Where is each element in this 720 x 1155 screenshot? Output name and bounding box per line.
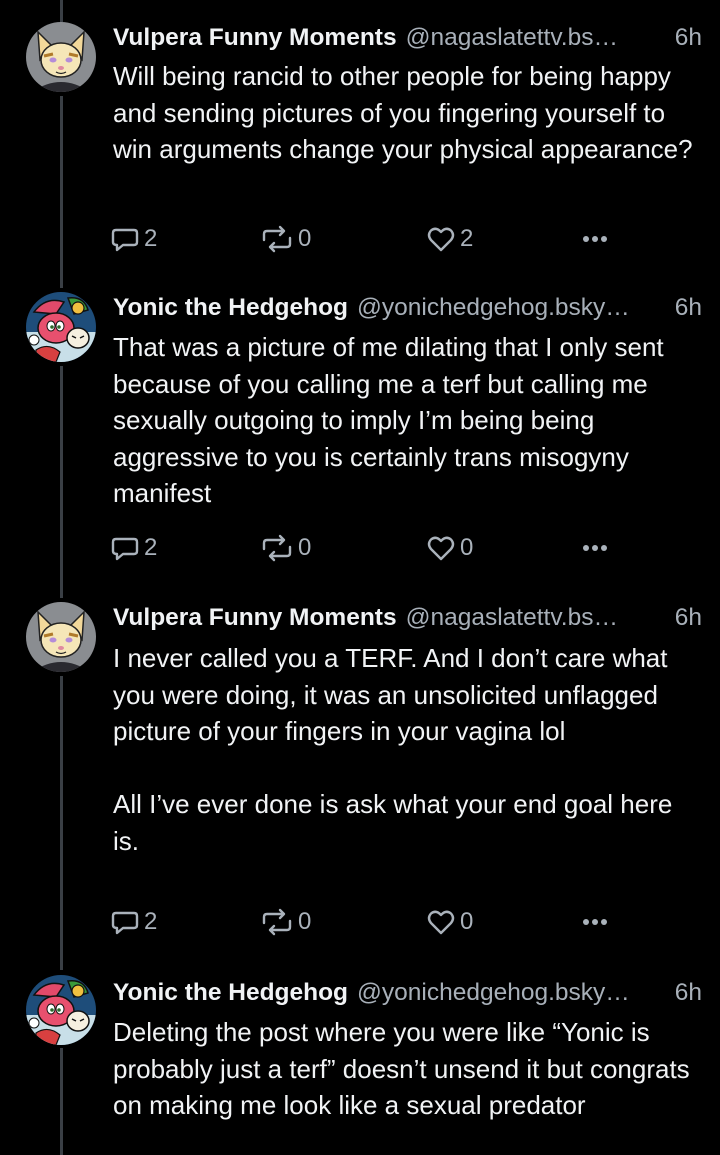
more-options-button[interactable] bbox=[580, 907, 610, 937]
thread-line bbox=[60, 0, 63, 22]
repost-icon bbox=[262, 225, 292, 253]
thread-line bbox=[60, 676, 63, 970]
like-count: 2 bbox=[460, 225, 474, 252]
repost-count: 0 bbox=[298, 908, 312, 935]
heart-icon bbox=[427, 910, 455, 935]
display-name[interactable]: Vulpera Funny Moments bbox=[113, 602, 397, 634]
more-options-button[interactable] bbox=[580, 224, 610, 254]
avatar-hedgehog[interactable] bbox=[26, 292, 96, 362]
heart-icon bbox=[427, 536, 455, 561]
thread-line bbox=[60, 1048, 63, 1155]
like-count: 0 bbox=[460, 908, 474, 935]
repost-button[interactable]: 0 bbox=[260, 224, 311, 254]
avatar-hedgehog[interactable] bbox=[26, 975, 96, 1045]
heart-icon bbox=[427, 227, 455, 252]
more-dots-icon bbox=[583, 919, 607, 925]
reply-count: 2 bbox=[144, 908, 158, 935]
reply-count: 2 bbox=[144, 534, 158, 561]
handle[interactable]: @nagaslatettv.bs… bbox=[406, 602, 667, 634]
reply-icon bbox=[111, 911, 139, 935]
reply-button[interactable]: 2 bbox=[110, 533, 157, 563]
more-options-button[interactable] bbox=[580, 533, 610, 563]
reply-icon bbox=[111, 537, 139, 561]
post-age[interactable]: 6h bbox=[675, 292, 702, 324]
like-button[interactable]: 0 bbox=[426, 907, 473, 937]
post-age[interactable]: 6h bbox=[675, 977, 702, 1009]
post-actions: 2 0 0 bbox=[110, 907, 610, 937]
post-text: Deleting the post where you were like “Y… bbox=[113, 1017, 690, 1120]
repost-button[interactable]: 0 bbox=[260, 533, 311, 563]
reply-count: 2 bbox=[144, 225, 158, 252]
fox-avatar-icon bbox=[26, 602, 96, 672]
post-text: I never called you a TERF. And I don’t c… bbox=[113, 643, 673, 856]
avatar-fox[interactable] bbox=[26, 22, 96, 92]
display-name[interactable]: Vulpera Funny Moments bbox=[113, 22, 397, 54]
like-count: 0 bbox=[460, 534, 474, 561]
more-dots-icon bbox=[583, 545, 607, 551]
handle[interactable]: @yonichedgehog.bsky… bbox=[357, 977, 667, 1009]
post-text: Will being rancid to other people for be… bbox=[113, 61, 693, 164]
post-age[interactable]: 6h bbox=[675, 602, 702, 634]
reply-icon bbox=[111, 228, 139, 252]
reply-button[interactable]: 2 bbox=[110, 224, 157, 254]
reply-button[interactable]: 2 bbox=[110, 907, 157, 937]
post-age[interactable]: 6h bbox=[675, 22, 702, 54]
handle[interactable]: @nagaslatettv.bs… bbox=[406, 22, 667, 54]
avatar-fox[interactable] bbox=[26, 602, 96, 672]
post-actions: 2 0 0 bbox=[110, 533, 610, 563]
hedgehog-avatar-icon bbox=[26, 292, 96, 362]
thread-line bbox=[60, 366, 63, 598]
hedgehog-avatar-icon bbox=[26, 975, 96, 1045]
more-dots-icon bbox=[583, 236, 607, 242]
thread-line bbox=[60, 96, 63, 288]
like-button[interactable]: 0 bbox=[426, 533, 473, 563]
like-button[interactable]: 2 bbox=[426, 224, 473, 254]
post-text: That was a picture of me dilating that I… bbox=[113, 332, 664, 508]
display-name[interactable]: Yonic the Hedgehog bbox=[113, 977, 348, 1009]
repost-count: 0 bbox=[298, 225, 312, 252]
repost-icon bbox=[262, 908, 292, 936]
repost-icon bbox=[262, 534, 292, 562]
handle[interactable]: @yonichedgehog.bsky… bbox=[357, 292, 667, 324]
display-name[interactable]: Yonic the Hedgehog bbox=[113, 292, 348, 324]
repost-button[interactable]: 0 bbox=[260, 907, 311, 937]
repost-count: 0 bbox=[298, 534, 312, 561]
post-actions: 2 0 2 bbox=[110, 224, 610, 254]
fox-avatar-icon bbox=[26, 22, 96, 92]
